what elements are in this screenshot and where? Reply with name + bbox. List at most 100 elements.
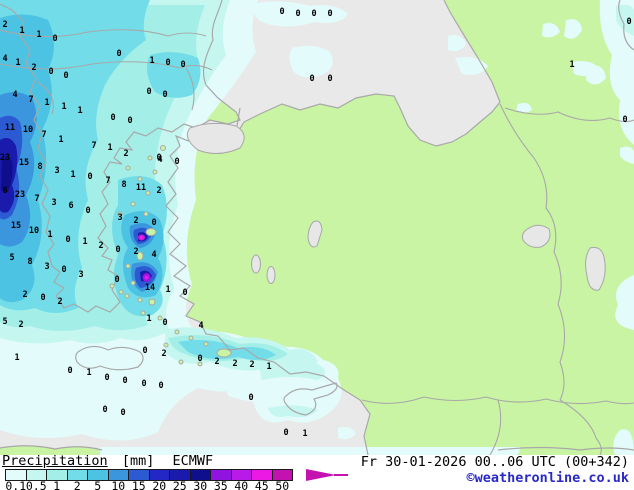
precip-value: 1 [70, 170, 75, 180]
precip-value: 0 [146, 87, 151, 97]
precip-value: 0 [67, 366, 72, 376]
map-canvas: 2110412000100004711100111071712023158310… [0, 0, 634, 455]
precip-value: 0 [65, 235, 70, 245]
precip-value: 7 [91, 141, 96, 151]
precip-value: 2 [57, 297, 62, 307]
precip-value: 3 [51, 198, 56, 208]
colorbar-tick-label: 10 [111, 481, 125, 490]
lake-urmia [586, 247, 606, 290]
precip-value: 2 [2, 20, 7, 30]
precip-value: 0 [63, 71, 68, 81]
precip-value: 0 [182, 288, 187, 298]
precip-value: 0 [174, 157, 179, 167]
precip-value: 0 [120, 408, 125, 418]
precip-value: 15 [19, 158, 29, 168]
colorbar-tick-label: 50 [275, 481, 289, 490]
precip-value: 0 [327, 9, 332, 19]
precip-value: 1 [61, 102, 66, 112]
precip-value: 0 [248, 393, 253, 403]
precip-value: 0 [141, 379, 146, 389]
precip-value: 5 [9, 253, 14, 263]
colorbar-tick-label: 20 [152, 481, 166, 490]
legend-bar: Precipitation [mm] ECMWF 0.10.5125101520… [0, 455, 634, 490]
precip-value: 7 [34, 194, 39, 204]
precip-value: 3 [44, 262, 49, 272]
copyright-link[interactable]: ©weatheronline.co.uk [466, 470, 629, 486]
precip-value: 7 [105, 176, 110, 186]
precip-value: 0 [122, 376, 127, 386]
legend-title: Precipitation [mm] ECMWF [2, 453, 213, 469]
precip-value: 23 [0, 153, 10, 163]
precip-value: 1 [58, 135, 63, 145]
precip-value: 0 [309, 74, 314, 84]
island-lesbos [146, 229, 156, 236]
precip-value: 2 [18, 320, 23, 330]
precip-value: 0 [48, 67, 53, 77]
precip-value: 0 [162, 90, 167, 100]
precip-value: 0 [279, 7, 284, 17]
precip-value: 8 [37, 162, 42, 172]
precip-value: 0 [626, 17, 631, 27]
precip-value: 2 [123, 149, 128, 159]
precip-value: 1 [266, 362, 271, 372]
precip-value: 7 [28, 95, 33, 105]
precip-value: 0 [622, 115, 627, 125]
precip-value: 2 [133, 247, 138, 257]
colorbar-tick-label: 45 [255, 481, 269, 490]
precip-value: 0 [85, 206, 90, 216]
precip-value: 6 [68, 201, 73, 211]
precip-value: 0 [158, 381, 163, 391]
precip-value: 0 [327, 74, 332, 84]
precip-value: 2 [133, 216, 138, 226]
precip-value: 1 [149, 56, 154, 66]
precip-value: 1 [82, 237, 87, 247]
precip-value: 1 [569, 60, 574, 70]
colorbar-tick-label: 1 [53, 481, 60, 490]
weather-map-page: 2110412000100004711100111071712023158310… [0, 0, 634, 490]
precip-value: 7 [41, 130, 46, 140]
precip-value: 1 [86, 368, 91, 378]
precip-value: 0 [110, 113, 115, 123]
precip-value: 3 [117, 213, 122, 223]
legend-unit: [mm] [122, 453, 155, 469]
precip-value: 10 [29, 226, 39, 236]
legend-title-word: Precipitation [2, 453, 108, 469]
precip-value: 11 [136, 183, 146, 193]
forecast-datetime: Fr 30-01-2026 00..06 UTC (00+342) [361, 454, 629, 470]
precip-value: 0 [40, 293, 45, 303]
precip-value: 2 [156, 186, 161, 196]
precip-value: 0 [311, 9, 316, 19]
precip-value: 0 [295, 9, 300, 19]
precip-value: 5 [2, 317, 7, 327]
precip-value: 0 [87, 172, 92, 182]
precip-value: 4 [157, 155, 162, 165]
precip-value: 1 [77, 106, 82, 116]
colorbar-tick-label: 2 [74, 481, 81, 490]
colorbar-tick-label: 0.1 [5, 481, 26, 490]
precip-value: 1 [165, 285, 170, 295]
precip-value: 1 [107, 143, 112, 153]
precip-value: 2 [249, 360, 254, 370]
precip-value: 1 [19, 26, 24, 36]
precip-value: 0 [102, 405, 107, 415]
island-rhodes [217, 349, 231, 357]
precip-value: 2 [22, 290, 27, 300]
colorbar-tick-label: 25 [173, 481, 187, 490]
precip-value: 0 [52, 34, 57, 44]
precip-value: 1 [47, 230, 52, 240]
precip-value: 15 [11, 221, 21, 231]
lake-beysehir [252, 255, 261, 273]
precip-value: 1 [36, 30, 41, 40]
colorbar-tick-label: 40 [234, 481, 248, 490]
precip-value: 0 [180, 60, 185, 70]
precip-value: 0 [162, 318, 167, 328]
precip-value: 0 [116, 49, 121, 59]
precip-value: 14 [145, 283, 155, 293]
precip-value: 1 [146, 314, 151, 324]
precip-value: 0 [165, 58, 170, 68]
precip-value: 0 [197, 354, 202, 364]
precip-value: 2 [161, 349, 166, 359]
colorbar-tick-label: 15 [132, 481, 146, 490]
colorbar [5, 469, 293, 481]
precip-value: 0 [115, 245, 120, 255]
